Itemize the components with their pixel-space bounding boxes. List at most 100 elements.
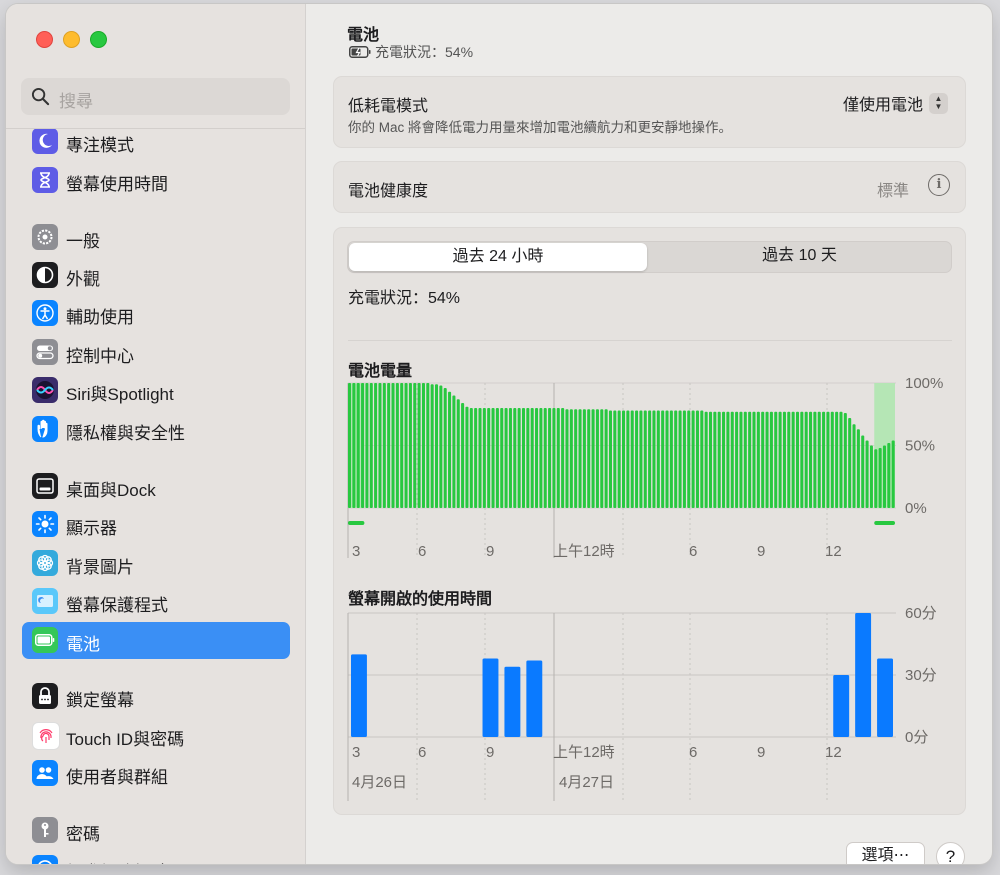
- battery-bar: [826, 411, 830, 508]
- flower-icon: [32, 550, 58, 576]
- battery-bar: [752, 411, 756, 508]
- battery-bar: [769, 411, 773, 508]
- battery-bar: [487, 408, 491, 508]
- battery-bar: [561, 408, 565, 508]
- screen-time-bar: [504, 666, 521, 737]
- appearance-icon: [32, 262, 58, 288]
- battery-bar: [461, 403, 465, 508]
- zoom-button[interactable]: [90, 31, 107, 48]
- screen-time-bar: [877, 658, 893, 737]
- sidebar-item[interactable]: 鎖定螢幕: [22, 678, 290, 715]
- battery-icon: [32, 627, 58, 653]
- battery-bar: [691, 410, 695, 508]
- sidebar-item[interactable]: 螢幕使用時間: [22, 162, 290, 199]
- close-button[interactable]: [36, 31, 53, 48]
- battery-bar: [882, 445, 887, 508]
- minimize-button[interactable]: [63, 31, 80, 48]
- battery-bar: [517, 408, 521, 508]
- sidebar-item[interactable]: 隱私權與安全性: [22, 411, 290, 448]
- sidebar-item[interactable]: 顯示器: [22, 506, 290, 543]
- battery-bar: [678, 410, 682, 508]
- sidebar-item-label: 密碼: [66, 825, 100, 844]
- battery-bar: [604, 409, 608, 508]
- battery-bar: [748, 411, 752, 508]
- battery-bar: [761, 411, 765, 508]
- x-tick-label: 3: [352, 744, 360, 761]
- x-tick-label: 12: [825, 744, 842, 761]
- tab-last-24-hours[interactable]: 過去 24 小時: [349, 243, 647, 271]
- sidebar-item-label: 網際網路帳號: [66, 858, 168, 864]
- sidebar-item[interactable]: 外觀: [22, 257, 290, 294]
- battery-bar: [869, 445, 873, 508]
- x-tick-label: 6: [418, 543, 426, 560]
- battery-bar: [456, 399, 460, 508]
- help-button[interactable]: ?: [936, 842, 965, 864]
- settings-window: 搜尋 專注模式 螢幕使用時間 一般 外觀 輔助使用 控制中心 Siri與Spotlight 隱…: [6, 4, 992, 864]
- tab-last-10-days[interactable]: 過去 10 天: [649, 242, 950, 272]
- battery-bar: [822, 411, 826, 508]
- x-tick-label: 9: [486, 744, 494, 761]
- battery-bar: [530, 408, 534, 508]
- sidebar-item[interactable]: 網際網路帳號: [22, 850, 290, 864]
- users-icon: [32, 760, 58, 786]
- battery-health-value: 標準: [876, 183, 909, 200]
- battery-bar: [809, 411, 813, 508]
- screensaver-icon: [32, 588, 58, 614]
- siri-icon: [32, 377, 58, 403]
- battery-icon: [349, 46, 371, 58]
- sidebar-item[interactable]: 密碼: [22, 812, 290, 849]
- sidebar-divider: [6, 128, 305, 129]
- sidebar-item[interactable]: 使用者與群組: [22, 755, 290, 792]
- battery-bar: [830, 411, 834, 508]
- battery-bar: [387, 383, 391, 508]
- battery-bar: [439, 385, 443, 508]
- info-icon[interactable]: i: [928, 174, 950, 196]
- sidebar-item[interactable]: 桌面與Dock: [22, 468, 290, 505]
- battery-bar: [556, 408, 560, 508]
- search-field[interactable]: 搜尋: [21, 78, 290, 115]
- sun-icon: [32, 511, 58, 537]
- x-tick-label: 上午12時: [553, 744, 615, 761]
- sidebar-item[interactable]: 輔助使用: [22, 295, 290, 332]
- sidebar-list: 專注模式 螢幕使用時間 一般 外觀 輔助使用 控制中心 Siri與Spotlight 隱私權與…: [6, 121, 305, 864]
- sidebar-item[interactable]: Siri與Spotlight: [22, 372, 290, 409]
- battery-bar: [848, 418, 852, 508]
- sidebar-item[interactable]: 電池: [22, 622, 290, 659]
- battery-bar: [835, 411, 839, 508]
- sidebar-item[interactable]: 背景圖片: [22, 545, 290, 582]
- battery-bar: [569, 409, 573, 508]
- battery-bar: [639, 410, 643, 508]
- screen-time-bar: [482, 658, 499, 737]
- options-button[interactable]: 選項⋯: [846, 842, 925, 864]
- battery-bar: [730, 411, 734, 508]
- sidebar-item-label: 電池: [66, 635, 100, 654]
- sidebar-item[interactable]: Touch ID與密碼: [22, 717, 290, 754]
- low-power-popup[interactable]: 僅使用電池 ▲ ▼: [843, 91, 948, 115]
- x-tick-label: 3: [352, 543, 360, 560]
- battery-bar: [682, 410, 686, 508]
- battery-bar: [635, 410, 639, 508]
- battery-bar: [500, 408, 504, 508]
- sidebar-item[interactable]: 螢幕保護程式: [22, 583, 290, 620]
- battery-bar: [513, 408, 517, 508]
- battery-bar: [813, 411, 817, 508]
- sidebar-item-label: 使用者與群組: [66, 768, 168, 787]
- battery-bar: [578, 409, 582, 508]
- battery-bar: [521, 408, 526, 508]
- battery-bar: [443, 388, 447, 508]
- battery-bar: [408, 383, 412, 508]
- battery-bar: [365, 383, 369, 508]
- battery-bar: [348, 383, 352, 508]
- screen-time-bar: [526, 660, 543, 737]
- sidebar-item[interactable]: 控制中心: [22, 334, 290, 371]
- screen-time-bar: [855, 613, 872, 737]
- battery-bar: [856, 429, 860, 508]
- battery-bar: [369, 383, 373, 508]
- battery-level-chart: 100% 50% 0% 3 6 9 上午12時 6 9 12: [347, 375, 943, 560]
- battery-bar: [595, 409, 599, 508]
- x-tick-label: 12: [825, 543, 842, 560]
- hourglass-icon: [32, 167, 58, 193]
- x-tick-label: 上午12時: [553, 543, 615, 560]
- battery-bar: [543, 408, 547, 508]
- sidebar-item[interactable]: 一般: [22, 219, 290, 256]
